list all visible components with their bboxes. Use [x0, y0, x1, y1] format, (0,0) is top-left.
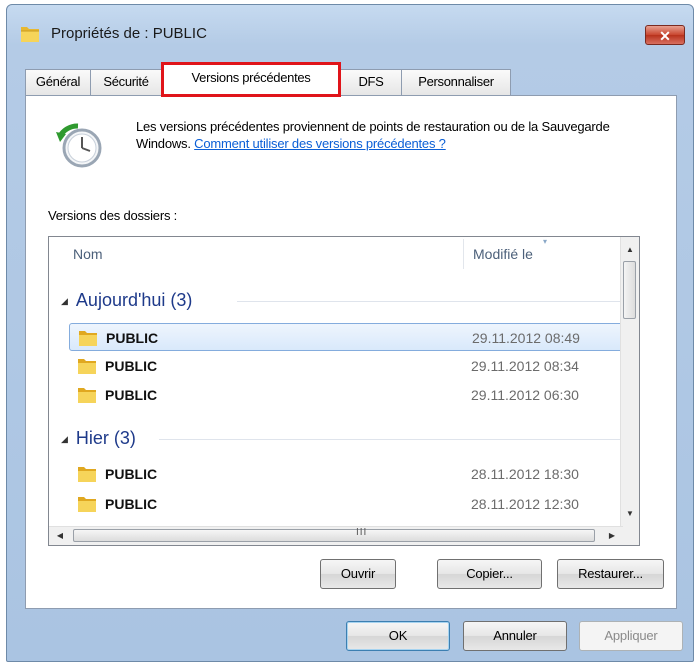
folder-icon: [77, 465, 97, 488]
scroll-grip: III: [356, 527, 368, 538]
item-date: 28.11.2012 18:30: [471, 466, 579, 482]
tab-dfs[interactable]: DFS: [340, 69, 402, 95]
versions-list[interactable]: Nom ▾ Modifié le ◢ Aujourd'hui (3) PUBLIC…: [48, 236, 640, 546]
tab-customize[interactable]: Personnaliser: [401, 69, 511, 95]
cancel-button[interactable]: Annuler: [463, 621, 567, 651]
item-name: PUBLIC: [106, 330, 159, 346]
item-name: PUBLIC: [105, 387, 158, 403]
list-item[interactable]: PUBLIC 29.11.2012 08:34: [69, 352, 631, 380]
horizontal-scroll-thumb[interactable]: III: [73, 527, 595, 542]
column-header-name[interactable]: Nom: [73, 237, 103, 271]
window-title: Propriétés de : PUBLIC: [51, 25, 207, 42]
list-item[interactable]: PUBLIC 28.11.2012 12:30: [69, 490, 631, 518]
copy-button[interactable]: Copier...: [437, 559, 542, 589]
scroll-down-icon[interactable]: ▼: [621, 505, 639, 523]
close-button[interactable]: ✕: [645, 25, 685, 45]
list-item[interactable]: PUBLIC 29.11.2012 08:49: [69, 323, 631, 351]
title-bar[interactable]: Propriétés de : PUBLIC ✕: [7, 5, 693, 55]
item-date: 29.11.2012 06:30: [471, 387, 579, 403]
item-date: 29.11.2012 08:34: [471, 358, 579, 374]
apply-button[interactable]: Appliquer: [579, 621, 683, 651]
scroll-left-icon[interactable]: ◀: [51, 527, 69, 545]
group-divider: [159, 439, 627, 440]
help-link[interactable]: Comment utiliser des versions précédente…: [194, 136, 446, 151]
collapse-arrow-icon: ◢: [61, 296, 68, 306]
list-item[interactable]: PUBLIC 29.11.2012 06:30: [69, 381, 631, 409]
group-divider: [237, 301, 627, 302]
folder-icon: [19, 23, 41, 50]
item-date: 28.11.2012 12:30: [471, 496, 579, 512]
tab-previous-versions[interactable]: Versions précédentes: [161, 62, 341, 97]
sort-arrow-icon: ▾: [543, 237, 548, 246]
folder-icon: [77, 386, 97, 409]
column-separator[interactable]: [463, 239, 464, 269]
item-date: 29.11.2012 08:49: [472, 330, 580, 346]
group-header-today[interactable]: ◢ Aujourd'hui (3): [61, 287, 192, 313]
list-item[interactable]: PUBLIC 28.11.2012 18:30: [69, 460, 631, 488]
item-name: PUBLIC: [105, 358, 158, 374]
scroll-right-icon[interactable]: ▶: [603, 527, 621, 545]
vertical-scroll-thumb[interactable]: [623, 261, 636, 319]
tab-security[interactable]: Sécurité: [90, 69, 162, 95]
close-icon: ✕: [659, 28, 671, 44]
collapse-arrow-icon: ◢: [61, 434, 68, 444]
column-header-modified[interactable]: Modifié le: [473, 237, 533, 271]
restore-button[interactable]: Restaurer...: [557, 559, 664, 589]
info-text: Les versions précédentes proviennent de …: [136, 118, 656, 152]
item-name: PUBLIC: [105, 496, 158, 512]
open-button[interactable]: Ouvrir: [320, 559, 396, 589]
scroll-corner: [621, 527, 639, 545]
tab-content: Les versions précédentes proviennent de …: [25, 95, 677, 609]
ok-button[interactable]: OK: [346, 621, 450, 651]
properties-dialog: Propriétés de : PUBLIC ✕ Général Sécurit…: [6, 4, 694, 662]
restore-clock-icon: [54, 120, 106, 177]
group-header-yesterday[interactable]: ◢ Hier (3): [61, 425, 136, 451]
folder-icon: [77, 495, 97, 518]
vertical-scrollbar[interactable]: ▲ ▼: [620, 237, 639, 527]
horizontal-scrollbar[interactable]: ◀ III ▶: [49, 526, 623, 545]
tab-general[interactable]: Général: [25, 69, 91, 95]
item-name: PUBLIC: [105, 466, 158, 482]
folder-icon: [77, 357, 97, 380]
scroll-up-icon[interactable]: ▲: [621, 241, 639, 259]
folder-versions-label: Versions des dossiers :: [48, 208, 178, 223]
folder-icon: [78, 329, 98, 352]
